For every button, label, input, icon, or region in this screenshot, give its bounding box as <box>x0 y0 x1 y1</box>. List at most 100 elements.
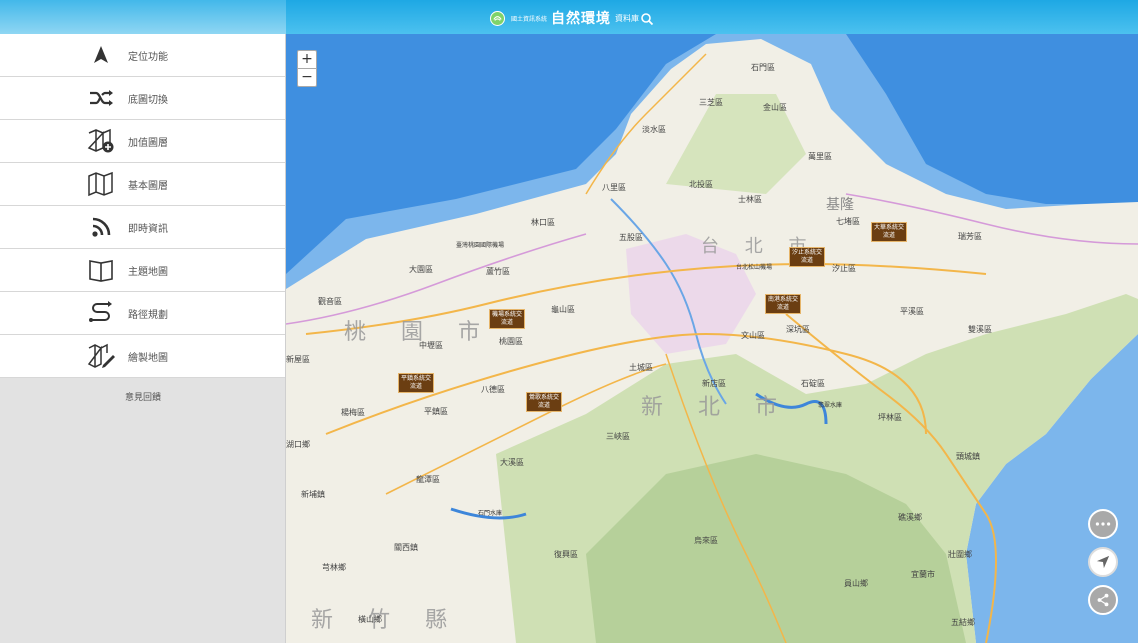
sidebar-item-label: 主題地圖 <box>128 267 168 278</box>
district-label: 石門區 <box>751 63 775 72</box>
share-icon <box>1097 593 1109 607</box>
brand-title: 自然環境 <box>551 11 612 27</box>
map-view[interactable]: + − 桃 園 市 新 北 市 台 北 市 新 竹 縣 石門區 三芝區 金山區 … <box>286 34 1138 643</box>
sidebar-item-label: 即時資訊 <box>128 224 168 235</box>
district-label: 壯圍鄉 <box>948 550 972 559</box>
search-icon[interactable] <box>640 11 654 26</box>
sidebar-item-label: 加值圖層 <box>128 138 168 149</box>
district-label: 龜山區 <box>551 305 575 314</box>
district-label: 平鎮區 <box>424 407 448 416</box>
more-options-button[interactable] <box>1088 509 1118 539</box>
district-label: 芎林鄉 <box>322 563 346 572</box>
district-label: 汐止區 <box>832 264 856 273</box>
map-draw-icon <box>86 342 116 370</box>
reservoir-label: 翡翠水庫 <box>818 402 843 409</box>
map-add-icon <box>86 127 116 155</box>
route-icon <box>86 299 116 327</box>
district-label: 桃園區 <box>499 337 523 346</box>
district-label: 坪林區 <box>878 413 902 422</box>
district-label: 萬里區 <box>808 152 832 161</box>
interchange-label[interactable]: 鶯歌系統交流道 <box>526 392 562 412</box>
district-label: 七堵區 <box>836 217 860 226</box>
district-label: 文山區 <box>741 331 765 340</box>
district-label: 基隆 <box>826 197 854 213</box>
location-arrow-icon <box>86 41 116 69</box>
district-label: 金山區 <box>763 103 787 112</box>
interchange-label[interactable]: 汐止系統交流道 <box>789 247 825 267</box>
zoom-out-button[interactable]: − <box>298 69 316 86</box>
district-label: 蘆竹區 <box>486 267 510 276</box>
district-label: 礁溪鄉 <box>898 513 922 522</box>
brand[interactable]: 國土資訊系統 自然環境 資料庫 <box>490 8 639 28</box>
sidebar-item-label: 繪製地圖 <box>128 353 168 364</box>
brand-small-text: 國土資訊系統 <box>511 15 548 23</box>
district-label: 瑞芳區 <box>958 232 982 241</box>
brand-subtitle: 資料庫 <box>615 13 640 23</box>
district-label: 員山鄉 <box>844 579 868 588</box>
sidebar-item-route-planning[interactable]: 路徑規劃 <box>0 292 285 335</box>
district-label: 中壢區 <box>419 341 443 350</box>
district-label: 宜蘭市 <box>911 570 935 579</box>
district-label: 龍潭區 <box>416 475 440 484</box>
airport-label: 臺灣桃園國際機場 <box>456 242 505 249</box>
district-label: 湖口鄉 <box>286 440 310 449</box>
district-label: 石碇區 <box>801 379 825 388</box>
sidebar-header <box>0 0 286 34</box>
zoom-in-button[interactable]: + <box>298 51 316 69</box>
ellipsis-icon <box>1095 522 1111 526</box>
zoom-control: + − <box>297 50 317 87</box>
district-label: 三峽區 <box>606 432 630 441</box>
reservoir-label: 石門水庫 <box>478 510 503 517</box>
locate-button[interactable] <box>1088 547 1118 577</box>
district-label: 八里區 <box>602 183 626 192</box>
district-label: 土城區 <box>629 363 653 372</box>
sidebar-item-theme-maps[interactable]: 主題地圖 <box>0 249 285 292</box>
district-label: 平溪區 <box>900 307 924 316</box>
city-label: 新 北 市 <box>641 395 791 420</box>
district-label: 新屋區 <box>286 355 310 364</box>
district-label: 林口區 <box>531 218 555 227</box>
airport-label: 台北松山機場 <box>736 264 773 271</box>
sidebar-item-value-layers[interactable]: 加值圖層 <box>0 120 285 163</box>
district-label: 五股區 <box>619 233 643 242</box>
district-label: 復興區 <box>554 550 578 559</box>
map-icon <box>86 170 116 198</box>
sidebar-item-base-layers[interactable]: 基本圖層 <box>0 163 285 206</box>
district-label: 烏來區 <box>694 536 718 545</box>
district-label: 觀音區 <box>318 297 342 306</box>
district-label: 三芝區 <box>699 98 723 107</box>
rss-icon <box>86 213 116 241</box>
district-label: 楊梅區 <box>341 408 365 417</box>
interchange-label[interactable]: 南港系統交流道 <box>765 294 801 314</box>
sidebar-item-realtime[interactable]: 即時資訊 <box>0 206 285 249</box>
sidebar-item-label: 底圖切換 <box>128 95 168 106</box>
district-label: 關西鎮 <box>394 543 418 552</box>
sidebar-item-label: 定位功能 <box>128 52 168 63</box>
book-icon <box>86 256 116 284</box>
district-label: 頭城鎮 <box>956 452 980 461</box>
sidebar-item-basemap[interactable]: 底圖切換 <box>0 77 285 120</box>
district-label: 五結鄉 <box>951 618 975 627</box>
district-label: 大溪區 <box>500 458 524 467</box>
shuffle-icon <box>86 84 116 112</box>
city-label: 新 竹 縣 <box>311 608 461 633</box>
district-label: 大園區 <box>409 265 433 274</box>
sidebar-item-label: 路徑規劃 <box>128 310 168 321</box>
sidebar-item-draw-map[interactable]: 繪製地圖 <box>0 335 285 378</box>
top-header <box>286 0 1138 34</box>
share-button[interactable] <box>1088 585 1118 615</box>
interchange-label[interactable]: 機場系統交流道 <box>489 309 525 329</box>
district-label: 雙溪區 <box>968 325 992 334</box>
sidebar: 定位功能 底圖切換 加值圖層 基本圖層 即時資訊 主題地圖 路徑規劃 繪製地圖 … <box>0 34 286 643</box>
navigation-arrow-icon <box>1096 555 1110 569</box>
district-label: 新埔鎮 <box>301 490 325 499</box>
feedback-link[interactable]: 意見回饋 <box>0 390 286 403</box>
interchange-label[interactable]: 大華系統交流道 <box>871 222 907 242</box>
sidebar-item-locate[interactable]: 定位功能 <box>0 34 285 77</box>
brand-logo-icon <box>490 10 505 26</box>
interchange-label[interactable]: 平鎮系統交流道 <box>398 373 434 393</box>
district-label: 新店區 <box>702 379 726 388</box>
sidebar-item-label: 基本圖層 <box>128 181 168 192</box>
district-label: 淡水區 <box>642 125 666 134</box>
district-label: 深坑區 <box>786 325 810 334</box>
